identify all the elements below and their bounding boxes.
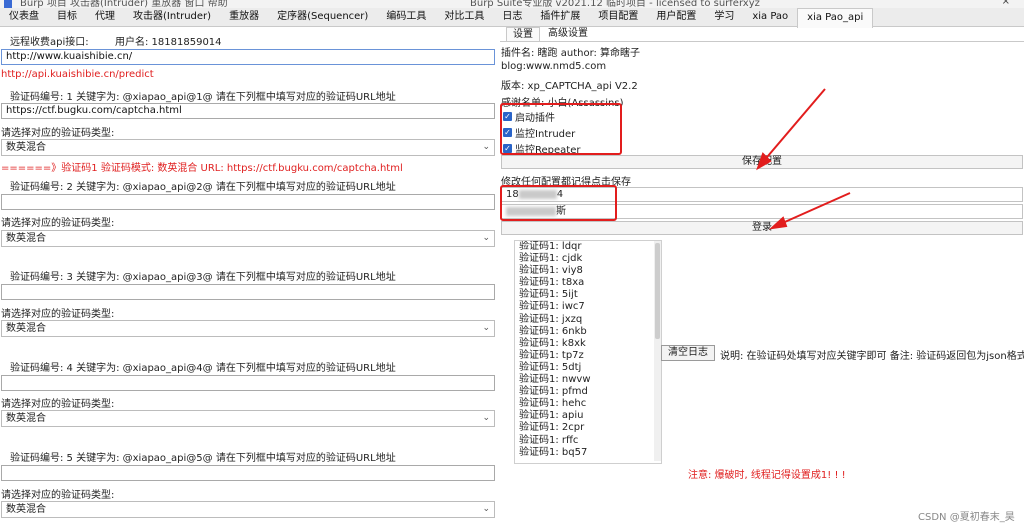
log-line: 验证码1: iwc7: [519, 301, 585, 313]
captcha-1-type-label: 请选择对应的验证码类型:: [1, 128, 115, 139]
api-label: 远程收费api接口:: [10, 37, 89, 48]
captcha-config-panel: 远程收费api接口: 用户名: 18181859014 http://www.k…: [0, 27, 498, 525]
thread-warning: 注意: 爆破时, 线程记得设置成1! ! !: [688, 470, 846, 481]
captcha-3-header: 验证码编号: 3 关键字为: @xiapao_api@3@ 请在下列框中填写对应…: [10, 272, 396, 283]
log-line: 验证码1: t8xa: [519, 277, 585, 289]
log-line: 验证码1: bq57: [519, 446, 588, 458]
log-line: 验证码1: pfmd: [519, 386, 588, 398]
log-line: 验证码1: apiu: [519, 410, 584, 422]
log-line: 验证码1: 2cpr: [519, 422, 585, 434]
captcha-3-type-select[interactable]: 数英混合 ⌄: [1, 320, 495, 337]
log-output[interactable]: 验证码1: ldqr 验证码1: cjdk 验证码1: viy8 验证码1: t…: [514, 240, 662, 464]
save-config-button[interactable]: 保存配置: [501, 155, 1023, 169]
tab-target[interactable]: 目标: [48, 8, 86, 26]
tab-learn[interactable]: 学习: [705, 8, 743, 26]
api-url-input[interactable]: http://www.kuaishibie.cn/: [1, 49, 495, 65]
tab-dashboard[interactable]: 仪表盘: [0, 8, 48, 26]
tab-project-options[interactable]: 项目配置: [589, 8, 647, 26]
scrollbar-thumb[interactable]: [655, 243, 660, 339]
captcha-1-result: ======》验证码1 验证码模式: 数英混合 URL: https://ctf…: [1, 163, 403, 174]
checkbox-highlight-box: [500, 103, 622, 155]
captcha-3-type-label: 请选择对应的验证码类型:: [1, 309, 115, 320]
chevron-down-icon: ⌄: [482, 142, 490, 152]
predict-url-text: http://api.kuaishibie.cn/predict: [1, 69, 154, 80]
captcha-5-url-input[interactable]: [1, 465, 495, 481]
tab-sequencer[interactable]: 定序器(Sequencer): [268, 8, 377, 26]
captcha-4-url-input[interactable]: [1, 375, 495, 391]
plugin-settings-panel: 设置 高级设置 插件名: 瞎跑 author: 算命瞎子 blog:www.nm…: [500, 27, 1024, 525]
chevron-down-icon: ⌄: [482, 413, 490, 423]
captcha-4-type-label: 请选择对应的验证码类型:: [1, 399, 115, 410]
burp-logo-icon: [4, 0, 12, 8]
login-button[interactable]: 登录: [501, 221, 1023, 235]
log-line: 验证码1: viy8: [519, 265, 583, 277]
captcha-2-type-value: 数英混合: [6, 233, 46, 244]
close-icon[interactable]: ×: [1002, 0, 1010, 7]
main-tab-bar: 仪表盘 目标 代理 攻击器(Intruder) 重放器 定序器(Sequence…: [0, 8, 1024, 28]
captcha-2-url-input[interactable]: [1, 194, 495, 210]
captcha-1-url-input[interactable]: https://ctf.bugku.com/captcha.html: [1, 103, 495, 119]
plugin-blog: blog:www.nmd5.com: [501, 61, 607, 72]
tab-intruder[interactable]: 攻击器(Intruder): [124, 8, 220, 26]
chevron-down-icon: ⌄: [482, 323, 490, 333]
captcha-3-type-value: 数英混合: [6, 323, 46, 334]
chevron-down-icon: ⌄: [482, 233, 490, 243]
log-scrollbar[interactable]: [654, 241, 661, 461]
log-line: 验证码1: k8xk: [519, 337, 586, 349]
log-line: 验证码1: ldqr: [519, 241, 582, 252]
log-line: 验证码1: 5ijt: [519, 289, 578, 301]
tab-repeater[interactable]: 重放器: [220, 8, 268, 26]
csdn-watermark: CSDN @夏初春末_昊: [918, 512, 1015, 523]
captcha-4-header: 验证码编号: 4 关键字为: @xiapao_api@4@ 请在下列框中填写对应…: [10, 363, 396, 374]
tab-extender[interactable]: 插件扩展: [531, 8, 589, 26]
captcha-1-header: 验证码编号: 1 关键字为: @xiapao_api@1@ 请在下列框中填写对应…: [10, 92, 396, 103]
tab-proxy[interactable]: 代理: [86, 8, 124, 26]
subtab-settings[interactable]: 设置: [506, 27, 540, 42]
captcha-4-type-select[interactable]: 数英混合 ⌄: [1, 410, 495, 427]
usage-note: 说明: 在验证码处填写对应关键字即可 备注: 验证码返回包为json格式也支持: [720, 351, 1024, 362]
account-highlight-box: [500, 185, 617, 221]
captcha-1-type-select[interactable]: 数英混合 ⌄: [1, 139, 495, 156]
log-line: 验证码1: 5dtj: [519, 361, 582, 373]
subtab-divider: [500, 41, 1024, 42]
log-line: 验证码1: nwvw: [519, 374, 591, 386]
log-line: 验证码1: cjdk: [519, 253, 583, 265]
tab-comparer[interactable]: 对比工具: [435, 8, 493, 26]
menu-strip: Burp 项目 攻击器(Intruder) 重放器 窗口 帮助: [20, 0, 228, 8]
tab-logger[interactable]: 日志: [493, 8, 531, 26]
log-line: 验证码1: 6nkb: [519, 325, 587, 337]
clear-log-button[interactable]: 清空日志: [661, 345, 715, 361]
captcha-4-type-value: 数英混合: [6, 413, 46, 424]
captcha-2-header: 验证码编号: 2 关键字为: @xiapao_api@2@ 请在下列框中填写对应…: [10, 182, 396, 193]
captcha-5-type-select[interactable]: 数英混合 ⌄: [1, 501, 495, 518]
log-line: 验证码1: rffc: [519, 434, 579, 446]
tab-decoder[interactable]: 编码工具: [377, 8, 435, 26]
captcha-1-type-value: 数英混合: [6, 142, 46, 153]
log-line: 验证码1: tp7z: [519, 349, 584, 361]
captcha-5-type-value: 数英混合: [6, 504, 46, 515]
window-title: Burp Suite专业版 v2021.12 临时项目 - licensed t…: [470, 0, 760, 8]
captcha-3-url-input[interactable]: [1, 284, 495, 300]
log-line: 验证码1: hehc: [519, 398, 587, 410]
captcha-5-header: 验证码编号: 5 关键字为: @xiapao_api@5@ 请在下列框中填写对应…: [10, 453, 396, 464]
plugin-version: 版本: xp_CAPTCHA_api V2.2: [501, 81, 638, 92]
captcha-2-type-label: 请选择对应的验证码类型:: [1, 218, 115, 229]
window-titlebar: Burp 项目 攻击器(Intruder) 重放器 窗口 帮助 Burp Sui…: [0, 0, 1024, 8]
tab-user-options[interactable]: 用户配置: [647, 8, 705, 26]
plugin-name: 插件名: 瞎跑 author: 算命瞎子: [501, 48, 641, 59]
tab-xia-pao[interactable]: xia Pao: [743, 8, 797, 26]
captcha-2-type-select[interactable]: 数英混合 ⌄: [1, 230, 495, 247]
tab-xia-pao-api[interactable]: xia Pao_api: [797, 8, 874, 28]
chevron-down-icon: ⌄: [482, 504, 490, 514]
username-label: 用户名: 18181859014: [115, 37, 222, 48]
subtab-advanced[interactable]: 高级设置: [542, 27, 594, 41]
log-line: 验证码1: jxzq: [519, 313, 583, 325]
captcha-5-type-label: 请选择对应的验证码类型:: [1, 490, 115, 501]
